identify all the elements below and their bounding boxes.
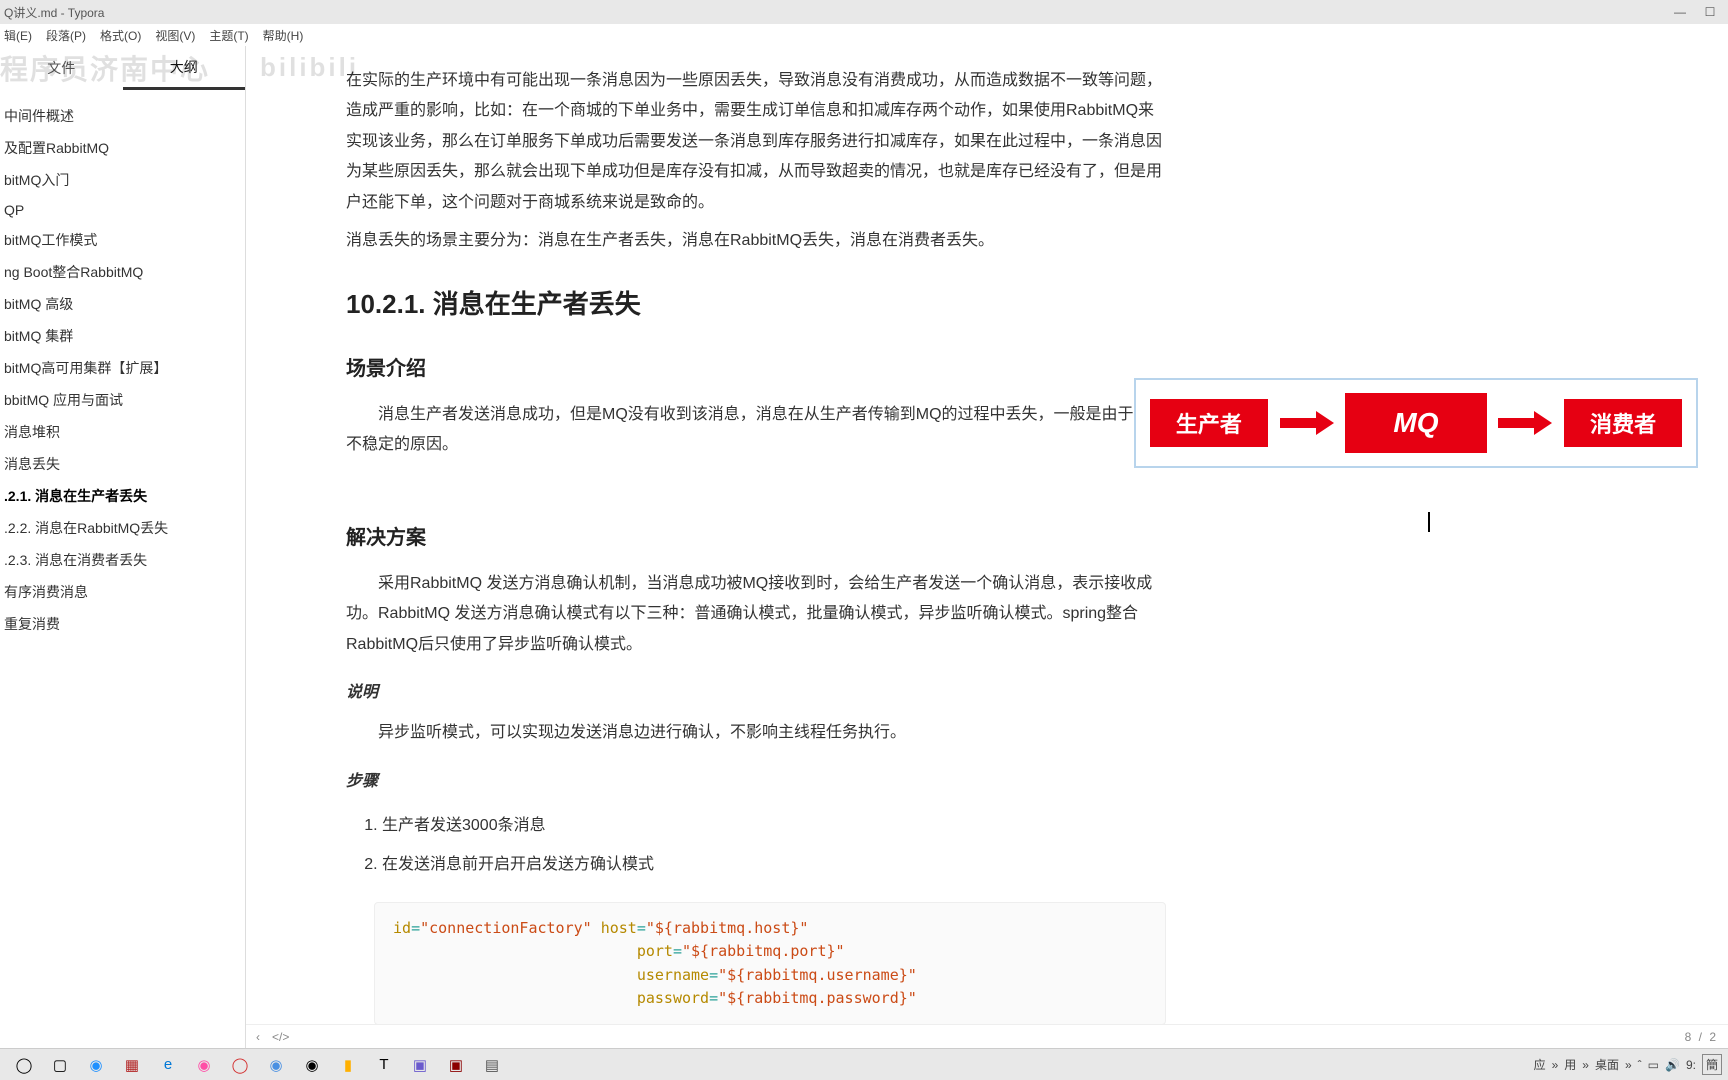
outline-item[interactable]: bbitMQ 应用与面试 — [0, 384, 245, 416]
heading-10-2-1: 10.2.1. 消息在生产者丢失 — [346, 280, 1166, 329]
outline-item[interactable]: 及配置RabbitMQ — [0, 132, 245, 164]
outline-item[interactable]: 重复消费 — [0, 608, 245, 640]
tray-chevron-icon[interactable]: » — [1552, 1058, 1559, 1072]
browser-icon[interactable]: ◉ — [81, 1052, 111, 1078]
code-block: id="connectionFactory" host="${rabbitmq.… — [374, 902, 1166, 1025]
menubar: 辑(E) 段落(P) 格式(O) 视图(V) 主题(T) 帮助(H) — [0, 24, 1728, 46]
outline-list[interactable]: 中间件概述及配置RabbitMQbitMQ入门QPbitMQ工作模式ng Boo… — [0, 90, 245, 1048]
menu-paragraph[interactable]: 段落(P) — [46, 27, 86, 44]
page-counter: 8 / 2 — [1685, 1030, 1718, 1044]
outline-item[interactable]: .2.3. 消息在消费者丢失 — [0, 544, 245, 576]
text-cursor — [1428, 512, 1430, 532]
app-icon[interactable]: ▣ — [441, 1052, 471, 1078]
edge-icon[interactable]: e — [153, 1052, 183, 1078]
taskbar: ◯ ▢ ◉ ▦ e ◉ ◯ ◉ ◉ ▮ T ▣ ▣ ▤ 应 » 用 » 桌面 »… — [0, 1048, 1728, 1080]
chrome-icon[interactable]: ◉ — [297, 1052, 327, 1078]
tray-desktop[interactable]: 桌面 — [1595, 1056, 1619, 1073]
titlebar: Q讲义.md - Typora — ☐ — [0, 0, 1728, 24]
tray-text[interactable]: 用 — [1564, 1056, 1576, 1073]
arrow-icon — [1498, 415, 1552, 431]
tab-files[interactable]: 文件 — [0, 46, 123, 90]
outline-item[interactable]: bitMQ入门 — [0, 164, 245, 196]
app-icon[interactable]: ▤ — [477, 1052, 507, 1078]
app-blue-icon[interactable]: ◉ — [261, 1052, 291, 1078]
tray-chevron-icon[interactable]: » — [1582, 1058, 1589, 1072]
menu-theme[interactable]: 主题(T) — [209, 27, 248, 44]
menu-format[interactable]: 格式(O) — [100, 27, 141, 44]
sidebar-tabs: 文件 大纲 — [0, 46, 245, 90]
steps-list: 生产者发送3000条消息 在发送消息前开启开启发送方确认模式 — [382, 807, 1166, 884]
menu-help[interactable]: 帮助(H) — [263, 27, 304, 44]
intro-paragraph: 在实际的生产环境中有可能出现一条消息因为一些原因丢失，导致消息没有消费成功，从而… — [346, 66, 1166, 218]
minimize-button[interactable]: — — [1674, 6, 1686, 18]
arrow-icon — [1280, 415, 1334, 431]
app-pink-icon[interactable]: ◉ — [189, 1052, 219, 1078]
typora-icon[interactable]: T — [369, 1052, 399, 1078]
menu-view[interactable]: 视图(V) — [155, 27, 195, 44]
content-area[interactable]: 在实际的生产环境中有可能出现一条消息因为一些原因丢失，导致消息没有消费成功，从而… — [246, 46, 1728, 1048]
step-1: 生产者发送3000条消息 — [382, 807, 1166, 845]
back-icon[interactable]: ‹ — [256, 1030, 260, 1044]
outline-item[interactable]: 消息堆积 — [0, 416, 245, 448]
heading-solution: 解决方案 — [346, 519, 1166, 557]
outline-item[interactable]: 有序消费消息 — [0, 576, 245, 608]
tray-network-icon[interactable]: ▭ — [1648, 1058, 1659, 1072]
outline-item[interactable]: bitMQ 集群 — [0, 320, 245, 352]
outline-item[interactable]: bitMQ高可用集群【扩展】 — [0, 352, 245, 384]
heading-note: 说明 — [346, 678, 1166, 708]
flow-diagram: 生产者 MQ 消费者 — [1134, 378, 1698, 468]
tray-text[interactable]: 应 — [1534, 1056, 1546, 1073]
heading-scenario-intro: 场景介绍 — [346, 350, 1166, 388]
heading-steps: 步骤 — [346, 767, 1166, 797]
app-icon[interactable]: ▣ — [405, 1052, 435, 1078]
tray-time[interactable]: 9: — [1686, 1058, 1696, 1072]
diagram-consumer: 消费者 — [1564, 399, 1682, 447]
tab-outline[interactable]: 大纲 — [123, 46, 246, 90]
scenarios-paragraph: 消息丢失的场景主要分为：消息在生产者丢失，消息在RabbitMQ丢失，消息在消费… — [346, 226, 1166, 256]
editor-statusbar: ‹ </> 8 / 2 — [246, 1024, 1728, 1048]
outline-item[interactable]: 消息丢失 — [0, 448, 245, 480]
outline-item[interactable]: 中间件概述 — [0, 100, 245, 132]
app-icon[interactable]: ▦ — [117, 1052, 147, 1078]
outline-item[interactable]: QP — [0, 196, 245, 224]
scenario-desc: 消息生产者发送消息成功，但是MQ没有收到该消息，消息在从生产者传输到MQ的过程中… — [346, 400, 1166, 461]
tray-ime[interactable]: 簡 — [1702, 1054, 1722, 1075]
window-title: Q讲义.md - Typora — [4, 4, 1674, 21]
diagram-producer: 生产者 — [1150, 399, 1268, 447]
diagram-mq: MQ — [1345, 393, 1486, 453]
step-2: 在发送消息前开启开启发送方确认模式 — [382, 846, 1166, 884]
start-button[interactable]: ◯ — [9, 1052, 39, 1078]
outline-item[interactable]: ng Boot整合RabbitMQ — [0, 256, 245, 288]
note-desc: 异步监听模式，可以实现边发送消息边进行确认，不影响主线程任务执行。 — [346, 718, 1166, 748]
maximize-button[interactable]: ☐ — [1704, 6, 1716, 18]
app-red-icon[interactable]: ◯ — [225, 1052, 255, 1078]
tray-volume-icon[interactable]: 🔊 — [1665, 1058, 1680, 1072]
explorer-icon[interactable]: ▮ — [333, 1052, 363, 1078]
outline-item[interactable]: .2.2. 消息在RabbitMQ丢失 — [0, 512, 245, 544]
menu-edit[interactable]: 辑(E) — [4, 27, 32, 44]
sidebar: 文件 大纲 中间件概述及配置RabbitMQbitMQ入门QPbitMQ工作模式… — [0, 46, 246, 1048]
tray-chevron-icon[interactable]: » — [1625, 1058, 1632, 1072]
taskview-icon[interactable]: ▢ — [45, 1052, 75, 1078]
solution-desc: 采用RabbitMQ 发送方消息确认机制，当消息成功被MQ接收到时，会给生产者发… — [346, 569, 1166, 660]
outline-item[interactable]: bitMQ 高级 — [0, 288, 245, 320]
outline-item[interactable]: bitMQ工作模式 — [0, 224, 245, 256]
tray-up-icon[interactable]: ˆ — [1638, 1058, 1642, 1072]
outline-item[interactable]: .2.1. 消息在生产者丢失 — [0, 480, 245, 512]
code-icon[interactable]: </> — [272, 1030, 289, 1044]
